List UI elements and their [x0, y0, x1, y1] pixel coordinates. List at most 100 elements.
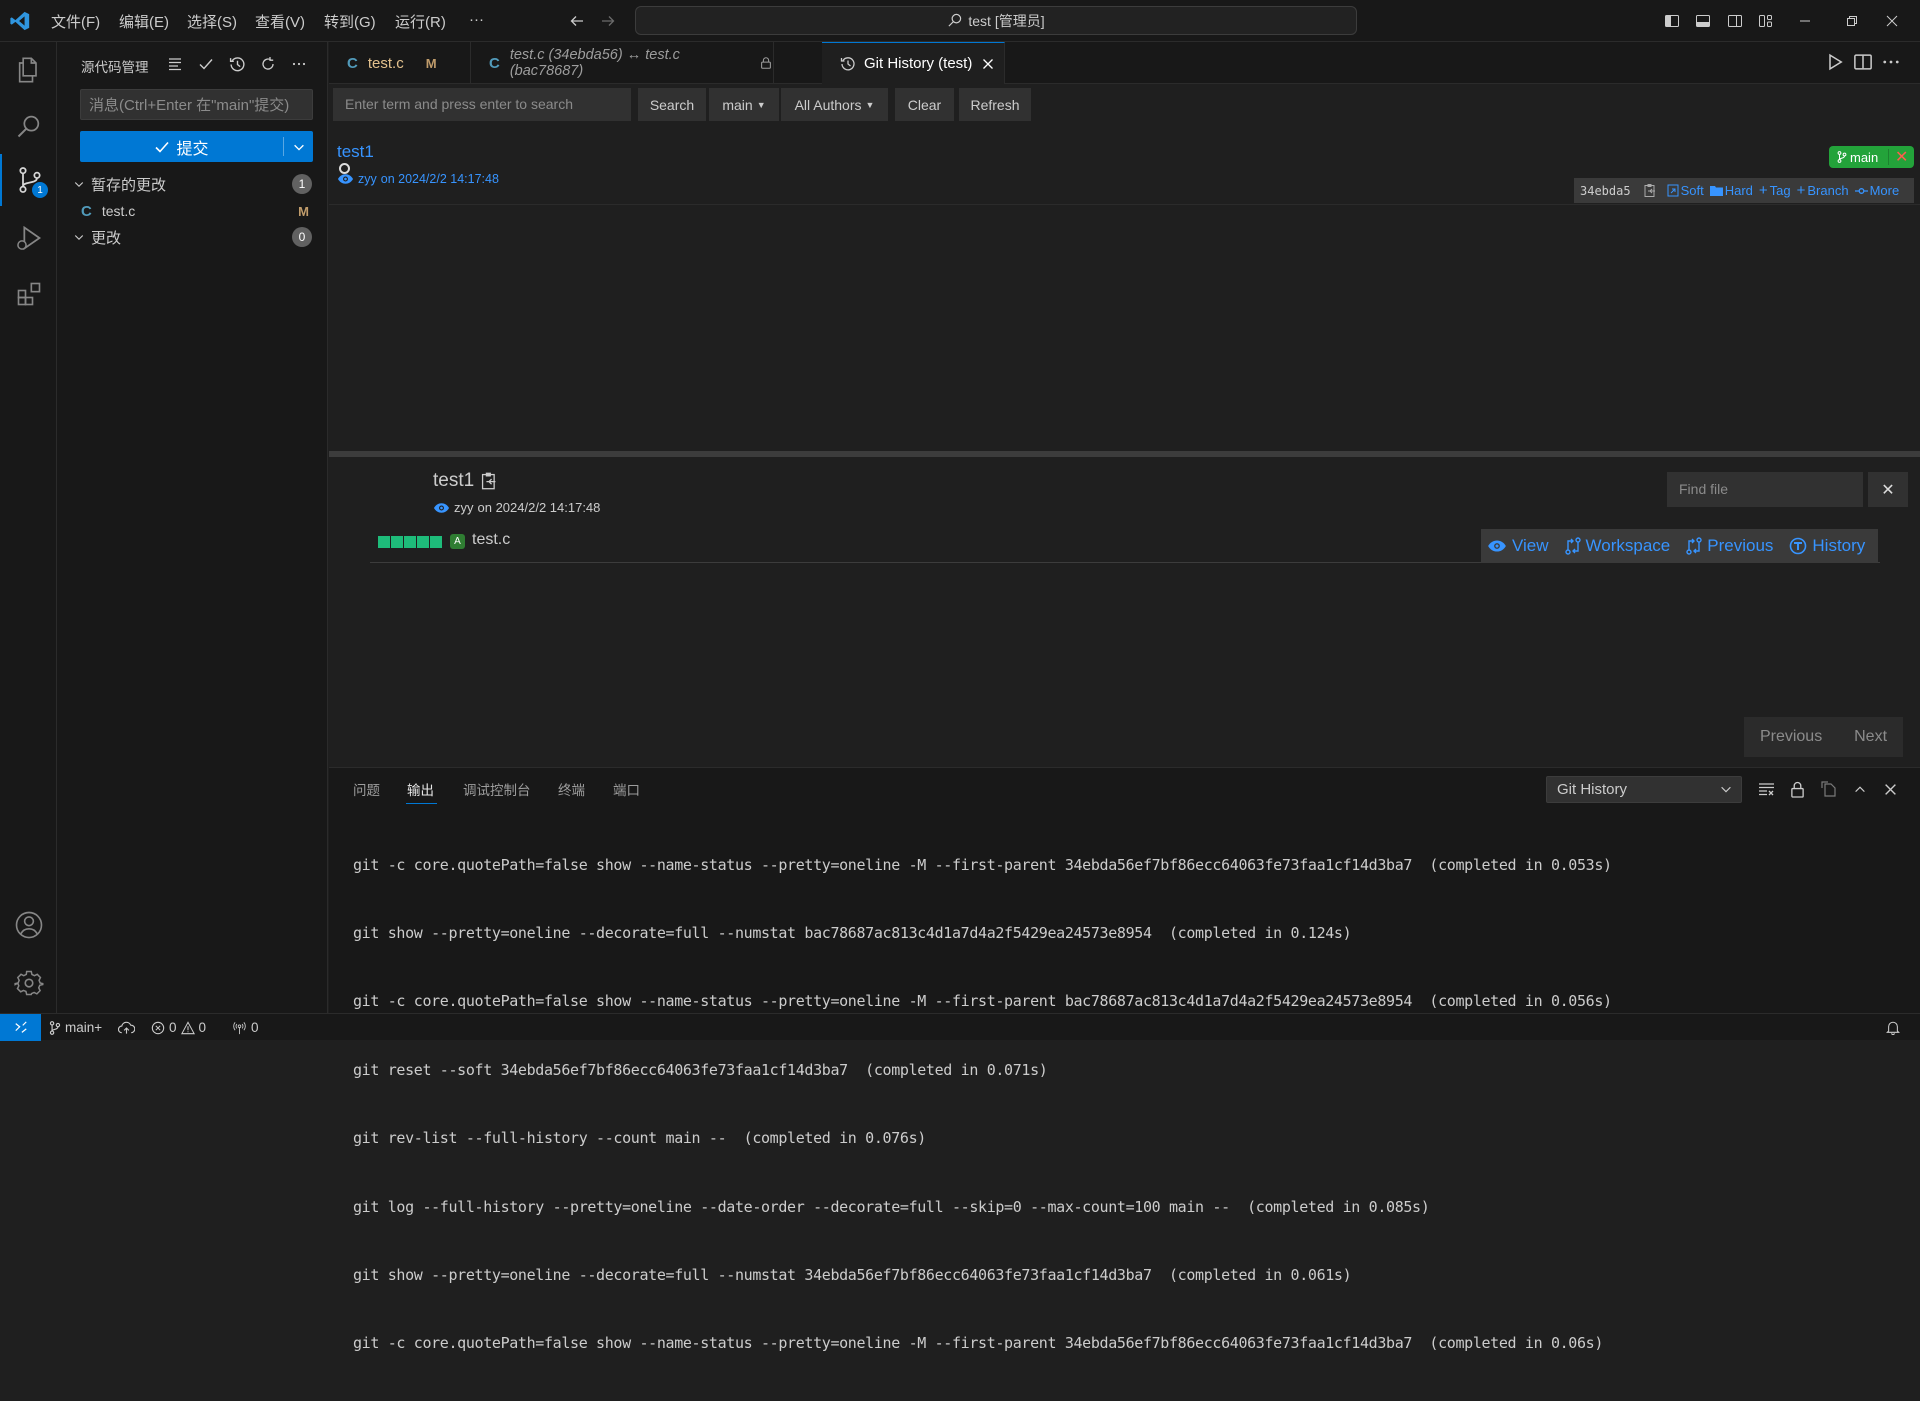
commit-title-link[interactable]: test1 — [337, 142, 374, 162]
view-file-button[interactable]: View — [1487, 536, 1549, 556]
changed-file-name[interactable]: test.c — [472, 531, 510, 549]
remote-indicator-icon[interactable] — [0, 1014, 41, 1041]
soft-reset-button[interactable]: Soft — [1667, 183, 1704, 198]
toggle-panel-icon[interactable] — [1692, 10, 1714, 32]
history-icon — [840, 56, 856, 72]
branch-status[interactable]: main+ — [49, 1014, 102, 1041]
staged-file-name: test.c — [101, 203, 136, 219]
panel-tab-terminal[interactable]: 终端 — [558, 779, 585, 799]
compare-previous-button[interactable]: Previous — [1686, 536, 1773, 556]
staged-changes-group[interactable]: 暂存的更改 1 — [57, 171, 328, 197]
history-search-input[interactable]: Enter term and press enter to search — [333, 88, 631, 121]
remove-branch-icon[interactable]: ✕ — [1895, 147, 1908, 167]
copy-message-icon[interactable] — [480, 471, 498, 491]
menu-file[interactable]: 文件(F) — [51, 11, 100, 32]
search-button[interactable]: Search — [638, 88, 706, 121]
ports-status[interactable]: 0 — [232, 1014, 259, 1041]
output-channel-select[interactable]: Git History — [1546, 776, 1742, 803]
staged-file-item[interactable]: C test.c M — [57, 198, 328, 224]
add-tag-label: Tag — [1769, 183, 1791, 198]
commit-dropdown-chevron-icon[interactable] — [284, 131, 313, 162]
copy-hash-icon[interactable] — [1643, 183, 1657, 198]
open-in-editor-icon[interactable] — [1818, 778, 1840, 800]
title-bar: 文件(F) 编辑(E) 选择(S) 查看(V) 转到(G) 运行(R) ··· … — [0, 0, 1920, 42]
log-line: git log --full-history --pretty=oneline … — [353, 1197, 1430, 1216]
customize-layout-icon[interactable] — [1755, 10, 1777, 32]
details-title: test1 — [433, 470, 498, 492]
file-history-button[interactable]: History — [1789, 536, 1865, 556]
menu-view[interactable]: 查看(V) — [255, 11, 305, 32]
publish-branch-icon[interactable] — [118, 1014, 135, 1041]
add-tag-button[interactable]: + Tag — [1759, 182, 1791, 199]
run-icon[interactable] — [1825, 52, 1845, 72]
tab-test-c[interactable]: C test.c M — [329, 42, 471, 84]
changes-group[interactable]: 更改 0 — [57, 224, 328, 250]
details-meta: zyy on 2024/2/2 14:17:48 — [433, 500, 600, 515]
tab-diff[interactable]: C test.c (34ebda56) ↔ test.c (bac78687) — [471, 42, 774, 84]
forward-arrow-icon[interactable] — [597, 10, 619, 32]
menu-run[interactable]: 运行(R) — [395, 11, 446, 32]
menu-edit[interactable]: 编辑(E) — [119, 11, 169, 32]
diffstat-bar — [417, 536, 429, 548]
source-control-icon[interactable]: 1 — [0, 154, 57, 206]
run-debug-icon[interactable] — [0, 212, 57, 264]
refresh-icon[interactable] — [257, 53, 279, 75]
close-tab-icon[interactable] — [982, 58, 994, 70]
commit-author[interactable]: zyy — [358, 172, 377, 186]
problems-status[interactable]: 0 0 — [151, 1014, 206, 1041]
notifications-bell-icon[interactable] — [1886, 1014, 1900, 1041]
file-added-badge: A — [450, 534, 465, 549]
more-button[interactable]: More — [1854, 183, 1899, 198]
search-view-icon[interactable] — [0, 100, 57, 152]
editor-more-actions-icon[interactable] — [1881, 52, 1901, 72]
toggle-primary-sidebar-icon[interactable] — [1661, 10, 1683, 32]
command-center[interactable]: test [管理员] — [635, 6, 1357, 35]
restore-icon[interactable] — [1841, 10, 1863, 32]
maximize-panel-icon[interactable] — [1849, 778, 1871, 800]
clear-output-icon[interactable] — [1755, 778, 1777, 800]
explorer-icon[interactable] — [0, 44, 57, 96]
history-details-splitter[interactable] — [329, 451, 1920, 457]
next-page-button[interactable]: Next — [1854, 728, 1887, 746]
close-window-icon[interactable] — [1881, 10, 1903, 32]
chevron-down-icon — [73, 178, 85, 190]
accounts-icon[interactable] — [0, 899, 57, 951]
tab-git-history[interactable]: Git History (test) — [822, 42, 1005, 84]
toggle-secondary-sidebar-icon[interactable] — [1724, 10, 1746, 32]
commit-check-icon[interactable] — [195, 53, 217, 75]
menu-more[interactable]: ··· — [469, 11, 484, 28]
close-details-icon[interactable]: ✕ — [1868, 472, 1908, 507]
details-author[interactable]: zyy — [454, 500, 474, 515]
view-as-list-icon[interactable] — [164, 53, 186, 75]
minimize-icon[interactable] — [1794, 10, 1816, 32]
history-icon[interactable] — [226, 53, 248, 75]
authors-dropdown[interactable]: All Authors ▼ — [781, 88, 888, 121]
lock-scroll-icon[interactable] — [1786, 778, 1808, 800]
panel-tab-problems[interactable]: 问题 — [353, 779, 380, 799]
clear-button[interactable]: Clear — [895, 88, 954, 121]
more-actions-icon[interactable] — [288, 53, 310, 75]
compare-workspace-button[interactable]: Workspace — [1564, 536, 1670, 556]
menu-goto[interactable]: 转到(G) — [324, 11, 376, 32]
hard-reset-button[interactable]: Hard — [1709, 183, 1753, 198]
commit-button[interactable]: 提交 — [80, 131, 313, 162]
previous-page-button[interactable]: Previous — [1760, 728, 1822, 746]
add-branch-button[interactable]: + Branch — [1797, 182, 1849, 199]
commit-message-input[interactable]: 消息(Ctrl+Enter 在"main"提交) — [80, 89, 313, 120]
view-label: View — [1512, 536, 1549, 555]
extensions-icon[interactable] — [0, 268, 57, 320]
branch-dropdown[interactable]: main ▼ — [709, 88, 779, 121]
menu-selection[interactable]: 选择(S) — [187, 11, 237, 32]
back-arrow-icon[interactable] — [566, 10, 588, 32]
log-line: git show --pretty=oneline --decorate=ful… — [353, 923, 1352, 942]
panel-tab-debug-console[interactable]: 调试控制台 — [463, 779, 531, 799]
log-line: git -c core.quotePath=false show --name-… — [353, 855, 1612, 874]
find-file-input[interactable]: Find file — [1667, 472, 1863, 507]
panel-tab-ports[interactable]: 端口 — [613, 779, 640, 799]
split-editor-icon[interactable] — [1853, 52, 1873, 72]
refresh-button[interactable]: Refresh — [959, 88, 1031, 121]
log-line: git reset --soft 34ebda56ef7bf86ecc64063… — [353, 1060, 1048, 1079]
settings-gear-icon[interactable] — [0, 957, 57, 1009]
close-panel-icon[interactable] — [1879, 778, 1901, 800]
panel-tab-output[interactable]: 输出 — [407, 779, 434, 799]
